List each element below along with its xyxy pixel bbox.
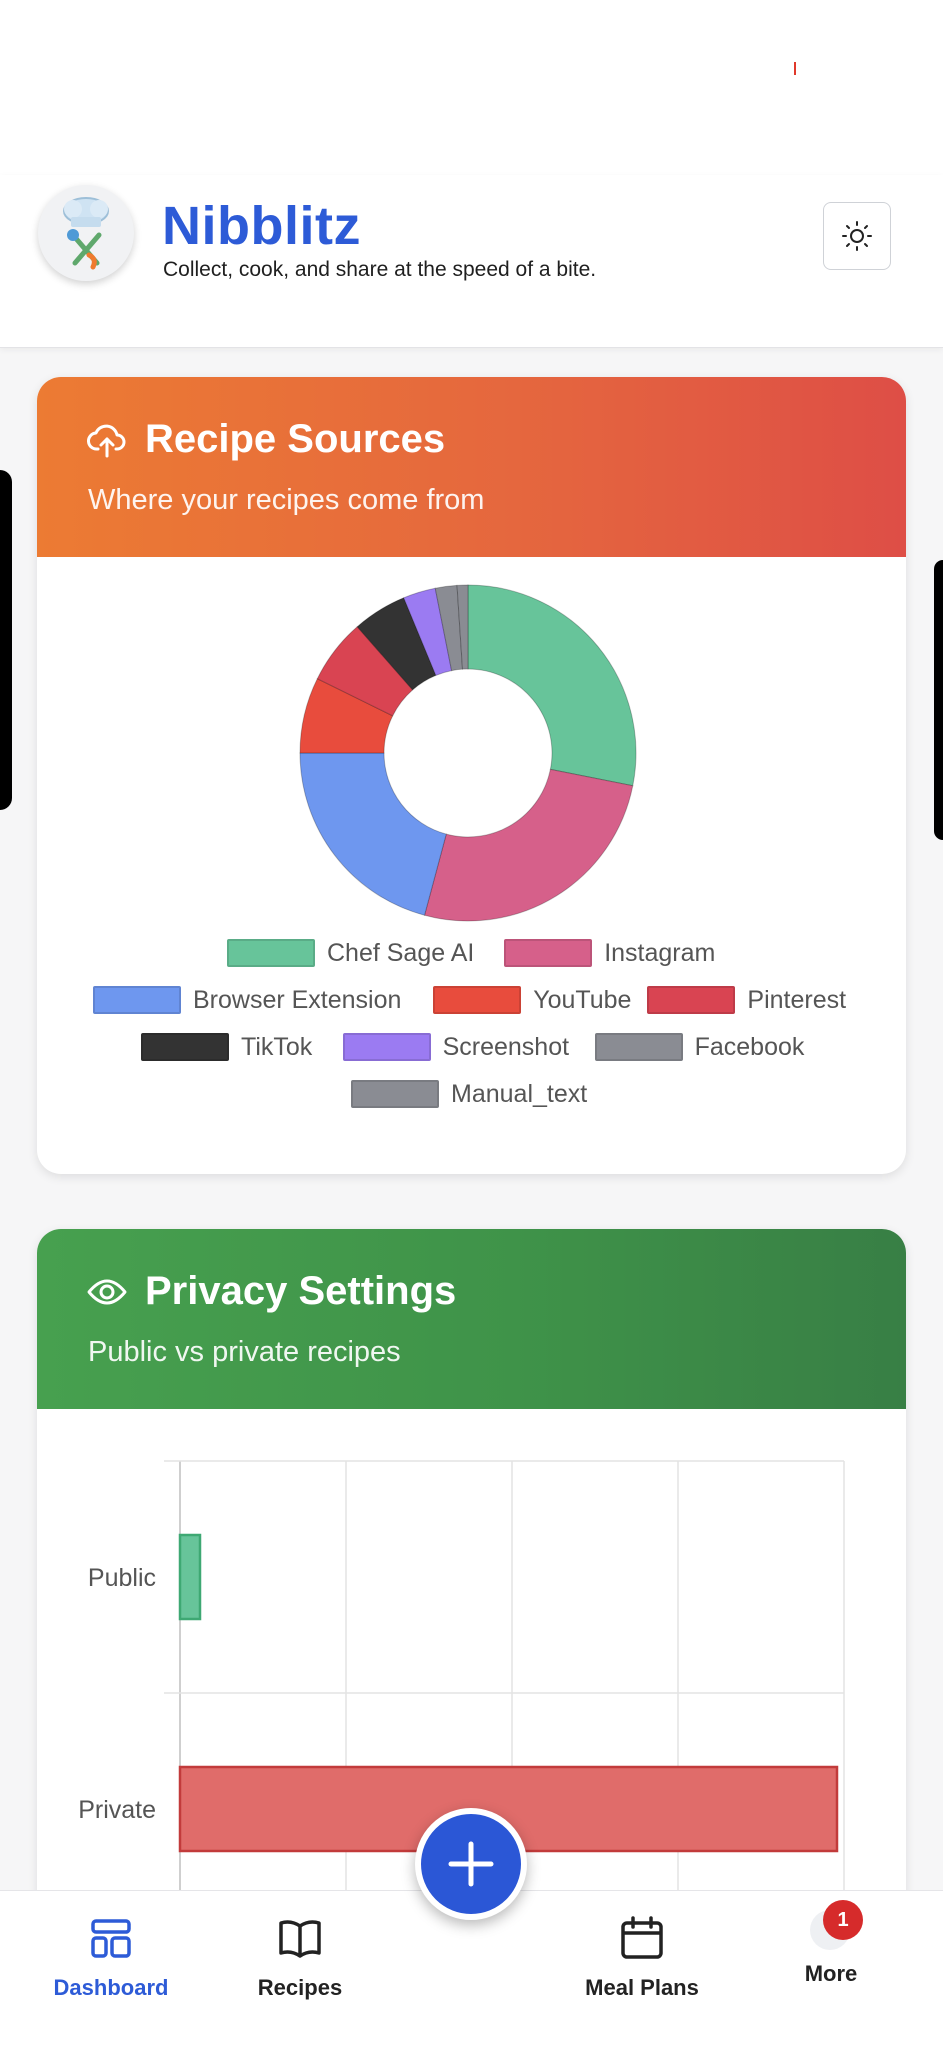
legend-label: Pinterest	[747, 985, 847, 1014]
legend-swatch	[647, 986, 736, 1014]
cloud-upload-icon	[87, 424, 126, 457]
plus-icon	[448, 1841, 494, 1887]
legend-label: Facebook	[694, 1032, 805, 1061]
status-indicator	[794, 62, 796, 75]
device-edge-left	[0, 470, 12, 810]
legend-item-screenshot[interactable]: Screenshot	[342, 1031, 570, 1063]
app-title: Nibblitz	[162, 196, 361, 256]
donut-slice-chef-sage-ai[interactable]	[467, 584, 637, 787]
legend-label: Screenshot	[442, 1032, 570, 1061]
nav-more[interactable]: More	[751, 1961, 911, 1987]
app-logo	[38, 185, 134, 281]
legend-swatch	[93, 986, 181, 1014]
legend-swatch	[504, 939, 593, 967]
y-tick-label-private: Private	[78, 1796, 156, 1824]
nav-dashboard[interactable]: Dashboard	[31, 1913, 191, 2001]
book-icon	[279, 1920, 321, 1958]
legend-swatch	[342, 1033, 431, 1061]
calendar-icon	[621, 1916, 663, 1959]
nav-label-dashboard: Dashboard	[53, 1975, 169, 2000]
donut-slice-instagram[interactable]	[423, 768, 634, 922]
legend-swatch	[227, 939, 315, 967]
privacy-settings-title: Privacy Settings	[145, 1269, 457, 1313]
legend-swatch	[594, 1033, 683, 1061]
legend-label: Chef Sage AI	[327, 938, 475, 967]
eye-icon	[87, 1279, 127, 1304]
privacy-settings-subtitle: Public vs private recipes	[88, 1336, 401, 1368]
legend-item-pinterest[interactable]: Pinterest	[647, 984, 846, 1016]
nav-label-meal-plans: Meal Plans	[585, 1975, 699, 2000]
legend-item-tiktok[interactable]: TikTok	[141, 1031, 312, 1063]
device-edge-right	[934, 560, 943, 840]
legend-item-facebook[interactable]: Facebook	[594, 1031, 805, 1063]
add-recipe-button[interactable]	[415, 1808, 527, 1920]
dashboard-icon	[91, 1919, 131, 1958]
privacy-settings-header: Privacy Settings Public vs private recip…	[37, 1229, 906, 1409]
y-tick-label-public: Public	[88, 1564, 156, 1592]
app-tagline: Collect, cook, and share at the speed of…	[163, 258, 597, 281]
donut-slice-browser-extension[interactable]	[299, 752, 447, 916]
nav-label-recipes: Recipes	[257, 1975, 343, 2000]
theme-toggle-button[interactable]	[823, 202, 891, 270]
legend-label: YouTube	[533, 985, 632, 1014]
legend-item-manual-text[interactable]: Manual_text	[351, 1078, 587, 1110]
app-header: Nibblitz Collect, cook, and share at the…	[0, 175, 943, 348]
status-bar	[0, 0, 943, 175]
legend-label: TikTok	[241, 1032, 313, 1061]
recipe-sources-header: Recipe Sources Where your recipes come f…	[37, 377, 906, 557]
legend-row: Browser Extension YouTube Pinterest	[37, 984, 906, 1024]
sun-icon	[842, 221, 872, 251]
notification-badge: 1	[823, 1900, 863, 1940]
legend-swatch	[433, 986, 522, 1014]
legend-label: Instagram	[604, 938, 716, 967]
nav-label-more: More	[804, 1961, 858, 1986]
recipe-sources-subtitle: Where your recipes come from	[88, 484, 485, 516]
donut-chart	[299, 584, 637, 922]
recipe-sources-title: Recipe Sources	[145, 417, 446, 461]
legend-label: Browser Extension	[193, 985, 402, 1014]
legend-row: Chef Sage AI Instagram	[37, 937, 906, 977]
legend-row: Manual_text	[37, 1078, 906, 1118]
legend-item-chef-sage-ai[interactable]: Chef Sage AI	[227, 937, 474, 969]
legend-row: TikTok Screenshot Facebook	[37, 1031, 906, 1071]
bar-public[interactable]	[178, 1533, 202, 1621]
nav-meal-plans[interactable]: Meal Plans	[562, 1913, 722, 2001]
recipe-sources-donut[interactable]	[298, 583, 638, 923]
recipe-sources-card: Recipe Sources Where your recipes come f…	[37, 377, 906, 1174]
legend-item-youtube[interactable]: YouTube	[433, 984, 631, 1016]
legend-swatch	[141, 1033, 229, 1061]
legend-swatch	[351, 1080, 439, 1108]
legend-item-browser-extension[interactable]: Browser Extension	[93, 984, 401, 1016]
legend-item-instagram[interactable]: Instagram	[504, 937, 715, 969]
legend-label: Manual_text	[451, 1079, 588, 1108]
chef-logo-icon	[63, 197, 109, 270]
nav-recipes[interactable]: Recipes	[220, 1913, 380, 2001]
